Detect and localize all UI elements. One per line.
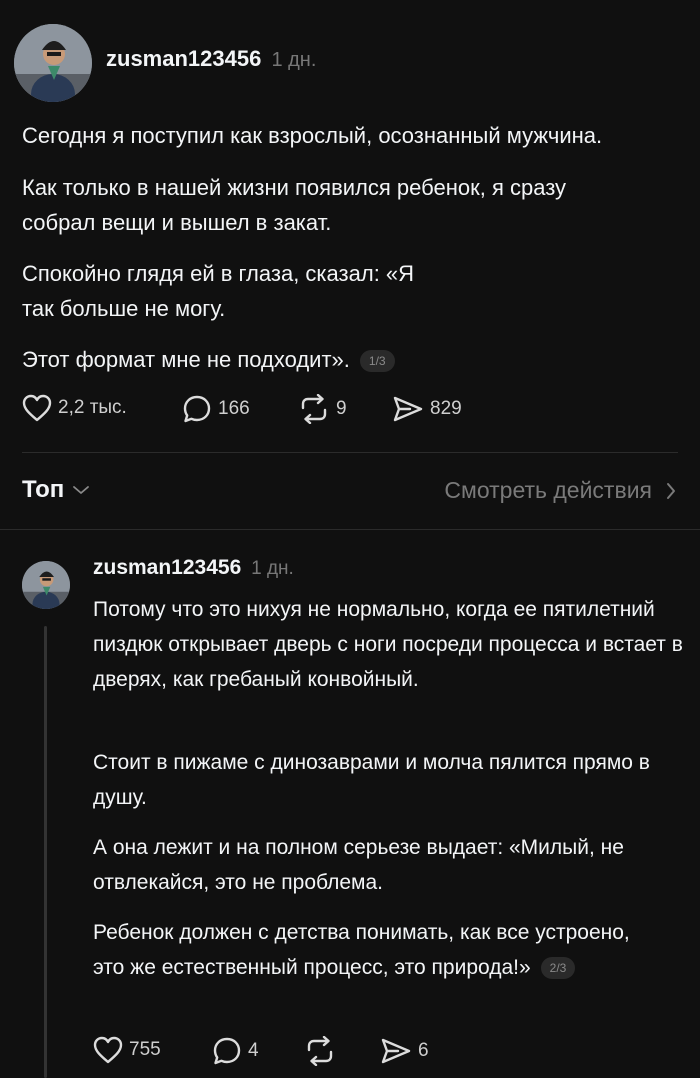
- avatar-image: [22, 561, 70, 609]
- post-paragraph: Сегодня я поступил как взрослый, осознан…: [22, 123, 603, 148]
- post-time: 1 дн.: [271, 49, 317, 71]
- repost-count: 9: [336, 398, 347, 419]
- reply-header: zusman123456 1 дн.: [93, 556, 294, 580]
- post-header: zusman123456 1 дн.: [106, 46, 316, 72]
- reply-repost-button[interactable]: [304, 1036, 342, 1066]
- reply-comment-count: 4: [248, 1040, 259, 1061]
- comment-button[interactable]: 166: [182, 394, 250, 424]
- post-paragraph: Этот формат мне не подходит».: [22, 347, 350, 372]
- post-paragraph-last: Этот формат мне не подходит». 1/3: [22, 342, 682, 377]
- thread-line: [44, 626, 47, 1078]
- heart-icon: [22, 394, 52, 422]
- reply-time: 1 дн.: [251, 558, 294, 579]
- reply-pager-badge: 2/3: [540, 957, 576, 980]
- share-count: 829: [430, 398, 462, 419]
- sort-dropdown[interactable]: Топ: [22, 476, 90, 504]
- like-count: 2,2 тыс.: [58, 397, 127, 418]
- reply-like-button[interactable]: 755: [93, 1036, 161, 1064]
- divider: [22, 452, 678, 453]
- reply-share-button[interactable]: 6: [380, 1036, 429, 1066]
- reply-paragraph: Потому что это нихуя не нормально, когда…: [93, 598, 683, 691]
- chevron-right-icon: [667, 482, 675, 499]
- section-divider: [0, 529, 700, 530]
- comment-count: 166: [218, 398, 250, 419]
- heart-icon: [93, 1036, 123, 1064]
- post-paragraph: Как только в нашей жизни появился ребено…: [22, 175, 567, 235]
- reply-share-count: 6: [418, 1040, 429, 1061]
- repost-arrows-icon: [301, 394, 327, 424]
- reply-username[interactable]: zusman123456: [93, 556, 241, 579]
- post-paragraph: Спокойно глядя ей в глаза, сказал: «Я та…: [22, 261, 415, 321]
- post-pager-badge: 1/3: [359, 350, 395, 373]
- avatar-image: [14, 24, 92, 102]
- view-activity-link[interactable]: Смотреть действия: [444, 477, 678, 504]
- like-button[interactable]: 2,2 тыс.: [22, 394, 127, 422]
- chevron-down-icon: [73, 486, 90, 494]
- avatar[interactable]: [14, 24, 92, 102]
- repost-button[interactable]: 9: [298, 394, 347, 424]
- repost-arrows-icon: [307, 1036, 333, 1066]
- reply-comment-button[interactable]: 4: [212, 1036, 259, 1066]
- reply-like-count: 755: [129, 1039, 161, 1060]
- share-button[interactable]: 829: [392, 394, 462, 424]
- view-activity-label: Смотреть действия: [444, 477, 652, 503]
- sort-label: Топ: [22, 476, 65, 503]
- speech-bubble-icon: [183, 395, 211, 423]
- speech-bubble-icon: [213, 1037, 241, 1065]
- username[interactable]: zusman123456: [106, 46, 261, 71]
- reply-paragraph-last: Ребенок должен с детства понимать, как в…: [93, 915, 633, 985]
- paper-plane-icon: [393, 396, 423, 422]
- reply-avatar[interactable]: [22, 561, 70, 609]
- reply-paragraph: Стоит в пижаме с динозаврами и молча пял…: [93, 751, 650, 809]
- reply-paragraph: А она лежит и на полном серьезе выдает: …: [93, 836, 624, 894]
- paper-plane-icon: [381, 1038, 411, 1064]
